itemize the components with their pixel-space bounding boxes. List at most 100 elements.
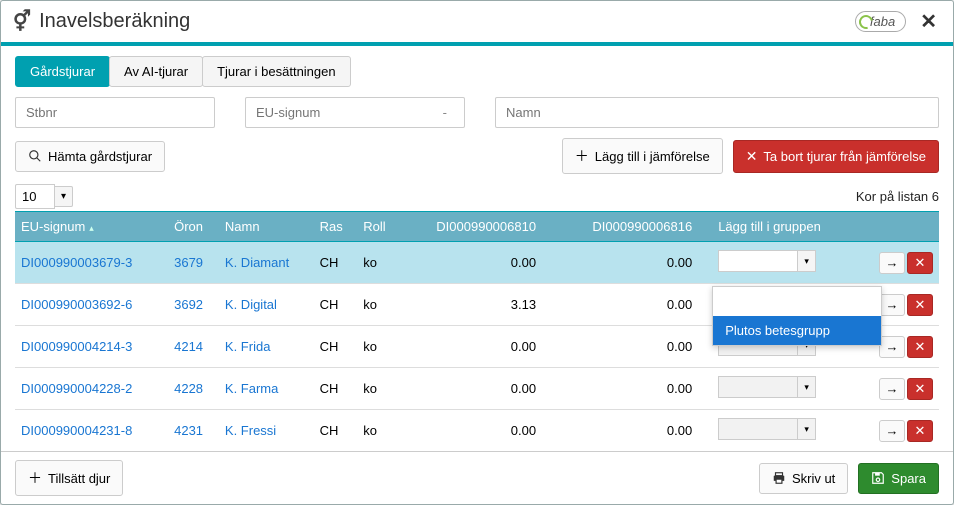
body: Gårdstjurar Av AI-tjurar Tjurar i besätt… (1, 46, 953, 451)
col-bull2[interactable]: DI000990006816 (556, 212, 712, 242)
role-cell: ko (357, 410, 400, 446)
gender-icon: ⚥ (13, 9, 31, 34)
plus-icon: ＋ (28, 468, 42, 488)
delete-row-button[interactable]: ✕ (907, 336, 933, 358)
ear-link[interactable]: 4231 (174, 423, 203, 438)
remove-compare-label: Ta bort tjurar från jämförelse (763, 149, 926, 164)
table-row[interactable]: DI000990003679-33679K. DiamantCHko0.000.… (15, 242, 939, 284)
table-row[interactable]: DI000990004228-24228K. FarmaCHko0.000.00… (15, 368, 939, 410)
ear-link[interactable]: 3679 (174, 255, 203, 270)
name-link[interactable]: K. Digital (225, 297, 277, 312)
val2-cell: 0.00 (556, 368, 712, 410)
row-count: Kor på listan 6 (856, 189, 939, 204)
name-link[interactable]: K. Fressi (225, 423, 276, 438)
val1-cell: 0.00 (400, 410, 556, 446)
tab-ai-tjurar[interactable]: Av AI-tjurar (109, 56, 203, 87)
fetch-button[interactable]: Hämta gårdstjurar (15, 141, 165, 172)
col-bull1[interactable]: DI000990006810 (400, 212, 556, 242)
list-meta: ▾ Kor på listan 6 (15, 184, 939, 209)
page-size-select[interactable]: ▾ (15, 184, 73, 209)
add-animal-button[interactable]: ＋ Tillsätt djur (15, 460, 123, 496)
add-compare-label: Lägg till i jämförelse (595, 149, 710, 164)
group-select[interactable]: ▾ (718, 250, 816, 272)
tab-bar: Gårdstjurar Av AI-tjurar Tjurar i besätt… (15, 56, 939, 87)
chevron-down-icon: ▾ (798, 418, 816, 440)
page-size-input[interactable] (15, 184, 55, 209)
val2-cell: 0.00 (556, 326, 712, 368)
val1-cell: 3.13 (400, 284, 556, 326)
eu-link[interactable]: DI000990004231-8 (21, 423, 132, 438)
breed-cell: CH (314, 242, 358, 284)
ear-link[interactable]: 3692 (174, 297, 203, 312)
namn-input[interactable] (495, 97, 939, 128)
breed-cell: CH (314, 410, 358, 446)
val1-cell: 0.00 (400, 326, 556, 368)
breed-cell: CH (314, 326, 358, 368)
breed-cell: CH (314, 284, 358, 326)
name-link[interactable]: K. Frida (225, 339, 271, 354)
move-right-button[interactable]: → (879, 378, 905, 400)
plus-icon: ＋ (575, 146, 589, 166)
add-compare-button[interactable]: ＋ Lägg till i jämförelse (562, 138, 723, 174)
delete-row-button[interactable]: ✕ (907, 252, 933, 274)
name-link[interactable]: K. Farma (225, 381, 278, 396)
col-eu-signum[interactable]: EU-signum (15, 212, 168, 242)
val2-cell: 0.00 (556, 284, 712, 326)
eu-link[interactable]: DI000990003679-3 (21, 255, 132, 270)
role-cell: ko (357, 326, 400, 368)
eu-link[interactable]: DI000990004228-2 (21, 381, 132, 396)
eu-link[interactable]: DI000990003692-6 (21, 297, 132, 312)
save-label: Spara (891, 471, 926, 486)
stbnr-input[interactable] (15, 97, 215, 128)
tab-gardstjurar[interactable]: Gårdstjurar (15, 56, 110, 87)
group-select: ▾ (718, 376, 816, 398)
move-right-button[interactable]: → (879, 252, 905, 274)
col-roll[interactable]: Roll (357, 212, 400, 242)
chevron-down-icon[interactable]: ▾ (798, 250, 816, 272)
col-ras[interactable]: Ras (314, 212, 358, 242)
name-link[interactable]: K. Diamant (225, 255, 289, 270)
print-icon (772, 471, 786, 485)
tab-besattningen[interactable]: Tjurar i besättningen (202, 56, 351, 87)
eu-signum-suffix: - (443, 105, 447, 120)
group-dropdown[interactable]: Plutos betesgrupp (712, 286, 882, 346)
remove-compare-button[interactable]: ✕ Ta bort tjurar från jämförelse (733, 140, 939, 173)
table-header: EU-signum Öron Namn Ras Roll DI000990006… (15, 212, 939, 242)
val2-cell: 0.00 (556, 242, 712, 284)
table-row[interactable]: DI000990004231-84231K. FressiCHko0.000.0… (15, 410, 939, 446)
col-oron[interactable]: Öron (168, 212, 219, 242)
search-icon (28, 149, 42, 163)
ear-link[interactable]: 4228 (174, 381, 203, 396)
val1-cell: 0.00 (400, 242, 556, 284)
col-actions (855, 212, 940, 242)
col-group[interactable]: Lägg till i gruppen (712, 212, 854, 242)
brand-logo: faba (855, 11, 906, 32)
table-holder: EU-signum Öron Namn Ras Roll DI000990006… (15, 211, 939, 445)
role-cell: ko (357, 368, 400, 410)
eu-link[interactable]: DI000990004214-3 (21, 339, 132, 354)
app-window: ⚥ Inavelsberäkning faba ✕ Gårdstjurar Av… (0, 0, 954, 505)
save-icon (871, 471, 885, 485)
role-cell: ko (357, 284, 400, 326)
chevron-down-icon[interactable]: ▾ (55, 186, 73, 207)
close-icon[interactable]: ✕ (916, 9, 941, 34)
move-right-button[interactable]: → (879, 336, 905, 358)
delete-row-button[interactable]: ✕ (907, 294, 933, 316)
x-icon: ✕ (746, 148, 758, 165)
group-select: ▾ (718, 418, 816, 440)
print-label: Skriv ut (792, 471, 835, 486)
col-namn[interactable]: Namn (219, 212, 314, 242)
move-right-button[interactable]: → (879, 294, 905, 316)
delete-row-button[interactable]: ✕ (907, 378, 933, 400)
dropdown-option-blank[interactable] (713, 287, 881, 316)
dropdown-option[interactable]: Plutos betesgrupp (713, 316, 881, 345)
save-button[interactable]: Spara (858, 463, 939, 494)
eu-signum-input[interactable] (245, 97, 465, 128)
delete-row-button[interactable]: ✕ (907, 420, 933, 442)
move-right-button[interactable]: → (879, 420, 905, 442)
ear-link[interactable]: 4214 (174, 339, 203, 354)
toolbar: Hämta gårdstjurar ＋ Lägg till i jämförel… (15, 138, 939, 174)
add-animal-label: Tillsätt djur (48, 471, 110, 486)
footer: ＋ Tillsätt djur Skriv ut Spara (1, 451, 953, 504)
print-button[interactable]: Skriv ut (759, 463, 848, 494)
